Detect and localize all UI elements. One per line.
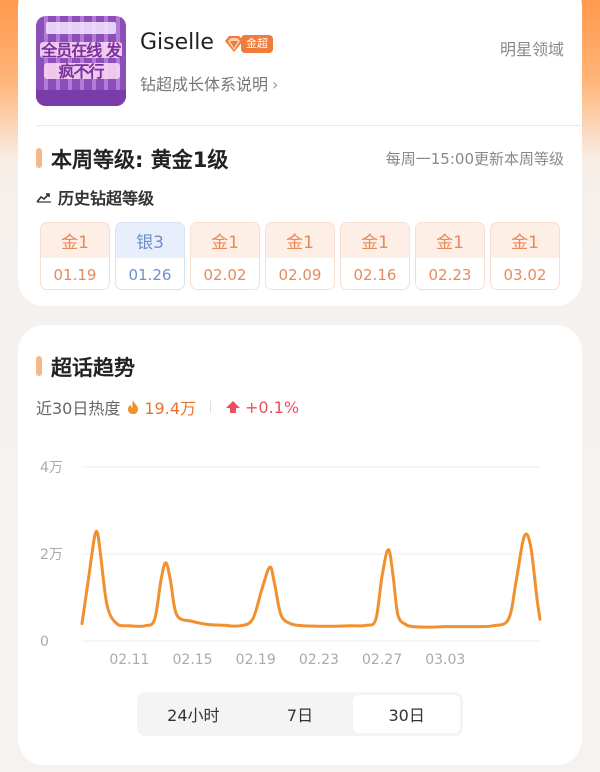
week-level-note: 每周一15:00更新本周等级 (385, 150, 564, 168)
domain-label[interactable]: 明星领域 (500, 36, 564, 60)
avatar-banner (46, 22, 116, 34)
y-tick-label: 0 (40, 634, 49, 650)
x-tick-label: 02.15 (173, 652, 213, 668)
level-name: 金1 (41, 223, 109, 258)
history-level-item[interactable]: 金1 01.19 (40, 222, 110, 290)
history-level-item[interactable]: 金1 02.09 (265, 222, 335, 290)
level-date: 01.19 (53, 265, 97, 284)
trend-card: 超话趋势 近30日热度 19.4万 +0.1% 0 2万 4万 02.11 02.15 0… (18, 325, 582, 765)
level-date: 03.02 (503, 265, 547, 284)
x-tick-label: 02.19 (236, 652, 276, 668)
range-tabs: 24小时 7日 30日 (137, 692, 463, 736)
trend-icon (36, 193, 51, 203)
heat-series-line (80, 529, 542, 629)
avatar-text: 全员在线 发疯不行 (41, 41, 122, 81)
x-tick-label: 02.23 (299, 652, 339, 668)
heat-value: 19.4万 (126, 395, 196, 419)
section-marker (36, 356, 42, 376)
arrow-up-icon (226, 401, 241, 413)
heat-change: +0.1% (225, 398, 299, 417)
growth-system-link[interactable]: 钻超成长体系说明 › (140, 71, 278, 95)
level-badge[interactable]: 金超 (224, 34, 273, 54)
heat-label: 近30日热度 (36, 399, 121, 418)
separator (210, 401, 212, 413)
star-info-card: 全员在线 发疯不行 Giselle 金超 钻超成长体系说明 › 明星领域 本周等级… (18, 0, 582, 306)
badge-label: 金超 (241, 35, 273, 53)
tab-7d[interactable]: 7日 (247, 695, 354, 733)
level-name: 金1 (191, 223, 259, 258)
level-name: 银3 (116, 223, 184, 258)
level-name: 金1 (341, 223, 409, 258)
flame-icon (128, 400, 139, 414)
star-name: Giselle (140, 30, 214, 55)
avatar[interactable]: 全员在线 发疯不行 (36, 16, 126, 106)
heat-change-text: +0.1% (245, 397, 300, 417)
level-date: 02.02 (203, 265, 247, 284)
history-level-item[interactable]: 金1 02.23 (415, 222, 485, 290)
section-marker (36, 148, 42, 168)
tab-24h[interactable]: 24小时 (140, 695, 247, 733)
x-tick-label: 03.03 (425, 652, 465, 668)
week-level-title: 本周等级: 黄金1级 (51, 148, 229, 172)
level-date: 02.09 (278, 265, 322, 284)
heat-summary: 近30日热度 19.4万 +0.1% (36, 395, 299, 419)
trend-title: 超话趋势 (51, 356, 135, 380)
x-tick-label: 02.27 (362, 652, 402, 668)
history-level-item[interactable]: 金1 03.02 (490, 222, 560, 290)
history-level-item[interactable]: 银3 01.26 (115, 222, 185, 290)
level-date: 01.26 (128, 265, 172, 284)
history-title-label: 历史钻超等级 (58, 189, 155, 208)
tab-30d[interactable]: 30日 (353, 695, 461, 733)
growth-link-label: 钻超成长体系说明 (140, 75, 269, 94)
trend-chart: 0 2万 4万 02.11 02.15 02.19 02.23 02.27 03.03 (40, 460, 542, 668)
history-level-item[interactable]: 金1 02.02 (190, 222, 260, 290)
level-name: 金1 (491, 223, 559, 258)
level-name: 金1 (266, 223, 334, 258)
chevron-right-icon: › (272, 75, 279, 94)
y-tick-label: 2万 (40, 547, 63, 563)
level-date: 02.16 (353, 265, 397, 284)
history-title: 历史钻超等级 (36, 185, 154, 209)
level-date: 02.23 (428, 265, 472, 284)
level-name: 金1 (416, 223, 484, 258)
history-levels: 金1 01.19 银3 01.26 金1 02.02 金1 02.09 金1 0… (40, 222, 560, 290)
y-tick-label: 4万 (40, 460, 63, 476)
x-tick-label: 02.11 (109, 652, 149, 668)
history-level-item[interactable]: 金1 02.16 (340, 222, 410, 290)
heat-value-text: 19.4万 (144, 399, 197, 418)
avatar-footer (36, 90, 126, 106)
divider (36, 125, 582, 126)
